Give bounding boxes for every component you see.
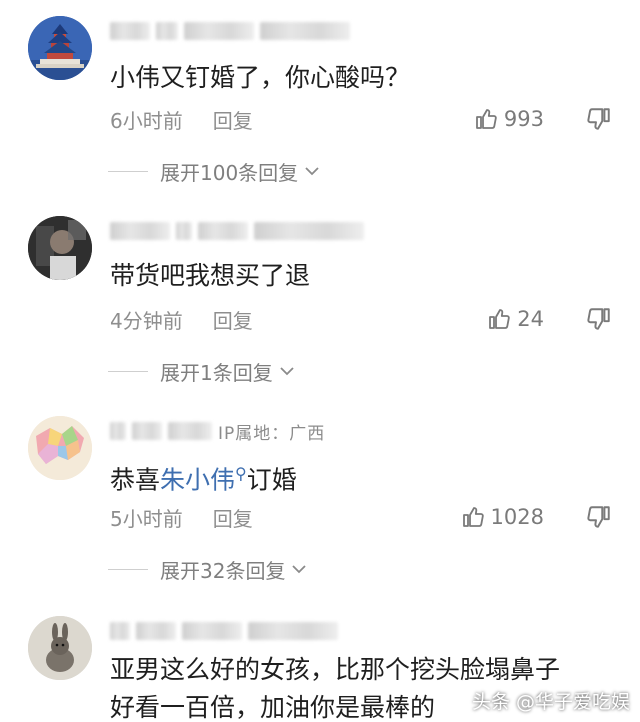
- like-button[interactable]: 1028: [461, 502, 544, 532]
- comment-time: 6小时前: [110, 108, 183, 133]
- comment-meta: 5小时前 回复: [110, 502, 253, 532]
- avatar[interactable]: [28, 16, 92, 80]
- rabbit-icon: [28, 616, 92, 680]
- blurred-name: [136, 622, 176, 640]
- comment-body-line: 好看一百倍，加油你是最棒的: [110, 693, 436, 722]
- thumbs-down-icon[interactable]: [586, 504, 612, 530]
- thumbs-up-icon: [476, 109, 497, 129]
- expand-label: 展开32条回复: [160, 558, 286, 583]
- expand-replies-button[interactable]: 展开32条回复: [108, 554, 309, 584]
- blurred-location: [254, 222, 364, 240]
- comment-meta: 6小时前 回复: [110, 104, 253, 134]
- blurred-name: [184, 22, 254, 40]
- comment-body: 恭喜朱小伟⚲订婚: [110, 456, 297, 498]
- watermark-author: @华子爱吃娱: [515, 691, 630, 713]
- divider: [108, 170, 148, 172]
- thumbs-down-icon[interactable]: [586, 306, 612, 332]
- ip-location: IP属地：广西: [218, 423, 326, 444]
- username[interactable]: [110, 18, 350, 44]
- search-icon[interactable]: ⚲: [235, 464, 247, 483]
- chevron-down-icon: [280, 367, 294, 376]
- comment-text: 订婚: [246, 465, 297, 495]
- comment-body: 带货吧我想买了退: [110, 261, 311, 290]
- blurred-location: [260, 22, 350, 40]
- temple-of-heaven-icon: [28, 16, 92, 80]
- thumbs-up-icon: [462, 507, 484, 527]
- expand-label: 展开1条回复: [160, 360, 273, 385]
- comment-item: 小伟又钉婚了，你心酸吗？ 6小时前 回复 993 展开100条回复: [0, 12, 640, 202]
- thumbs-up-icon: [489, 309, 510, 329]
- comment-time: 4分钟前: [110, 308, 183, 333]
- avatar[interactable]: [28, 416, 92, 480]
- expand-label: 展开100条回复: [160, 160, 299, 185]
- like-button[interactable]: 993: [474, 104, 544, 134]
- like-count: 1028: [490, 505, 544, 529]
- username[interactable]: [110, 618, 338, 644]
- blurred-name: [110, 22, 150, 40]
- divider: [108, 568, 148, 570]
- blurred-name: [198, 222, 248, 240]
- comment-body: 小伟又钉婚了，你心酸吗？: [110, 63, 411, 92]
- watermark: 头条 @华子爱吃娱: [472, 687, 630, 714]
- blurred-name: [110, 622, 130, 640]
- expand-replies-button[interactable]: 展开100条回复: [108, 156, 322, 186]
- like-count: 993: [503, 107, 544, 131]
- thumbs-down-icon[interactable]: [586, 106, 612, 132]
- blurred-name: [110, 422, 126, 440]
- reply-button[interactable]: 回复: [213, 305, 253, 334]
- blurred-location: [248, 622, 338, 640]
- comment-item: IP属地：广西 恭喜朱小伟⚲订婚 5小时前 回复 1028 展开32条回复: [0, 412, 640, 602]
- comment-meta: 4分钟前 回复: [110, 304, 253, 334]
- blurred-name: [132, 422, 162, 440]
- map-icon: [28, 416, 92, 480]
- chevron-down-icon: [292, 565, 307, 574]
- chevron-down-icon: [305, 167, 319, 176]
- avatar[interactable]: [28, 616, 92, 680]
- username[interactable]: [110, 218, 364, 244]
- blurred-name: [176, 222, 192, 240]
- user-photo-icon: [28, 216, 92, 280]
- reply-button[interactable]: 回复: [213, 105, 253, 134]
- blurred-name: [182, 622, 242, 640]
- like-count: 24: [517, 307, 544, 331]
- expand-replies-button[interactable]: 展开1条回复: [108, 356, 297, 386]
- reply-button[interactable]: 回复: [213, 503, 253, 532]
- blurred-name: [110, 222, 170, 240]
- topic-link[interactable]: 朱小伟: [160, 465, 235, 494]
- divider: [108, 370, 148, 372]
- comment-body-line: 亚男这么好的女孩，比那个挖头脸塌鼻子: [110, 655, 561, 684]
- like-button[interactable]: 24: [487, 304, 544, 334]
- avatar[interactable]: [28, 216, 92, 280]
- comment-time: 5小时前: [110, 506, 183, 531]
- blurred-name: [168, 422, 212, 440]
- comment-text: 恭喜: [110, 465, 161, 495]
- username[interactable]: IP属地：广西: [110, 418, 325, 444]
- comment-item: 带货吧我想买了退 4分钟前 回复 24 展开1条回复: [0, 212, 640, 402]
- watermark-source: 头条: [471, 691, 510, 713]
- blurred-name: [156, 22, 178, 40]
